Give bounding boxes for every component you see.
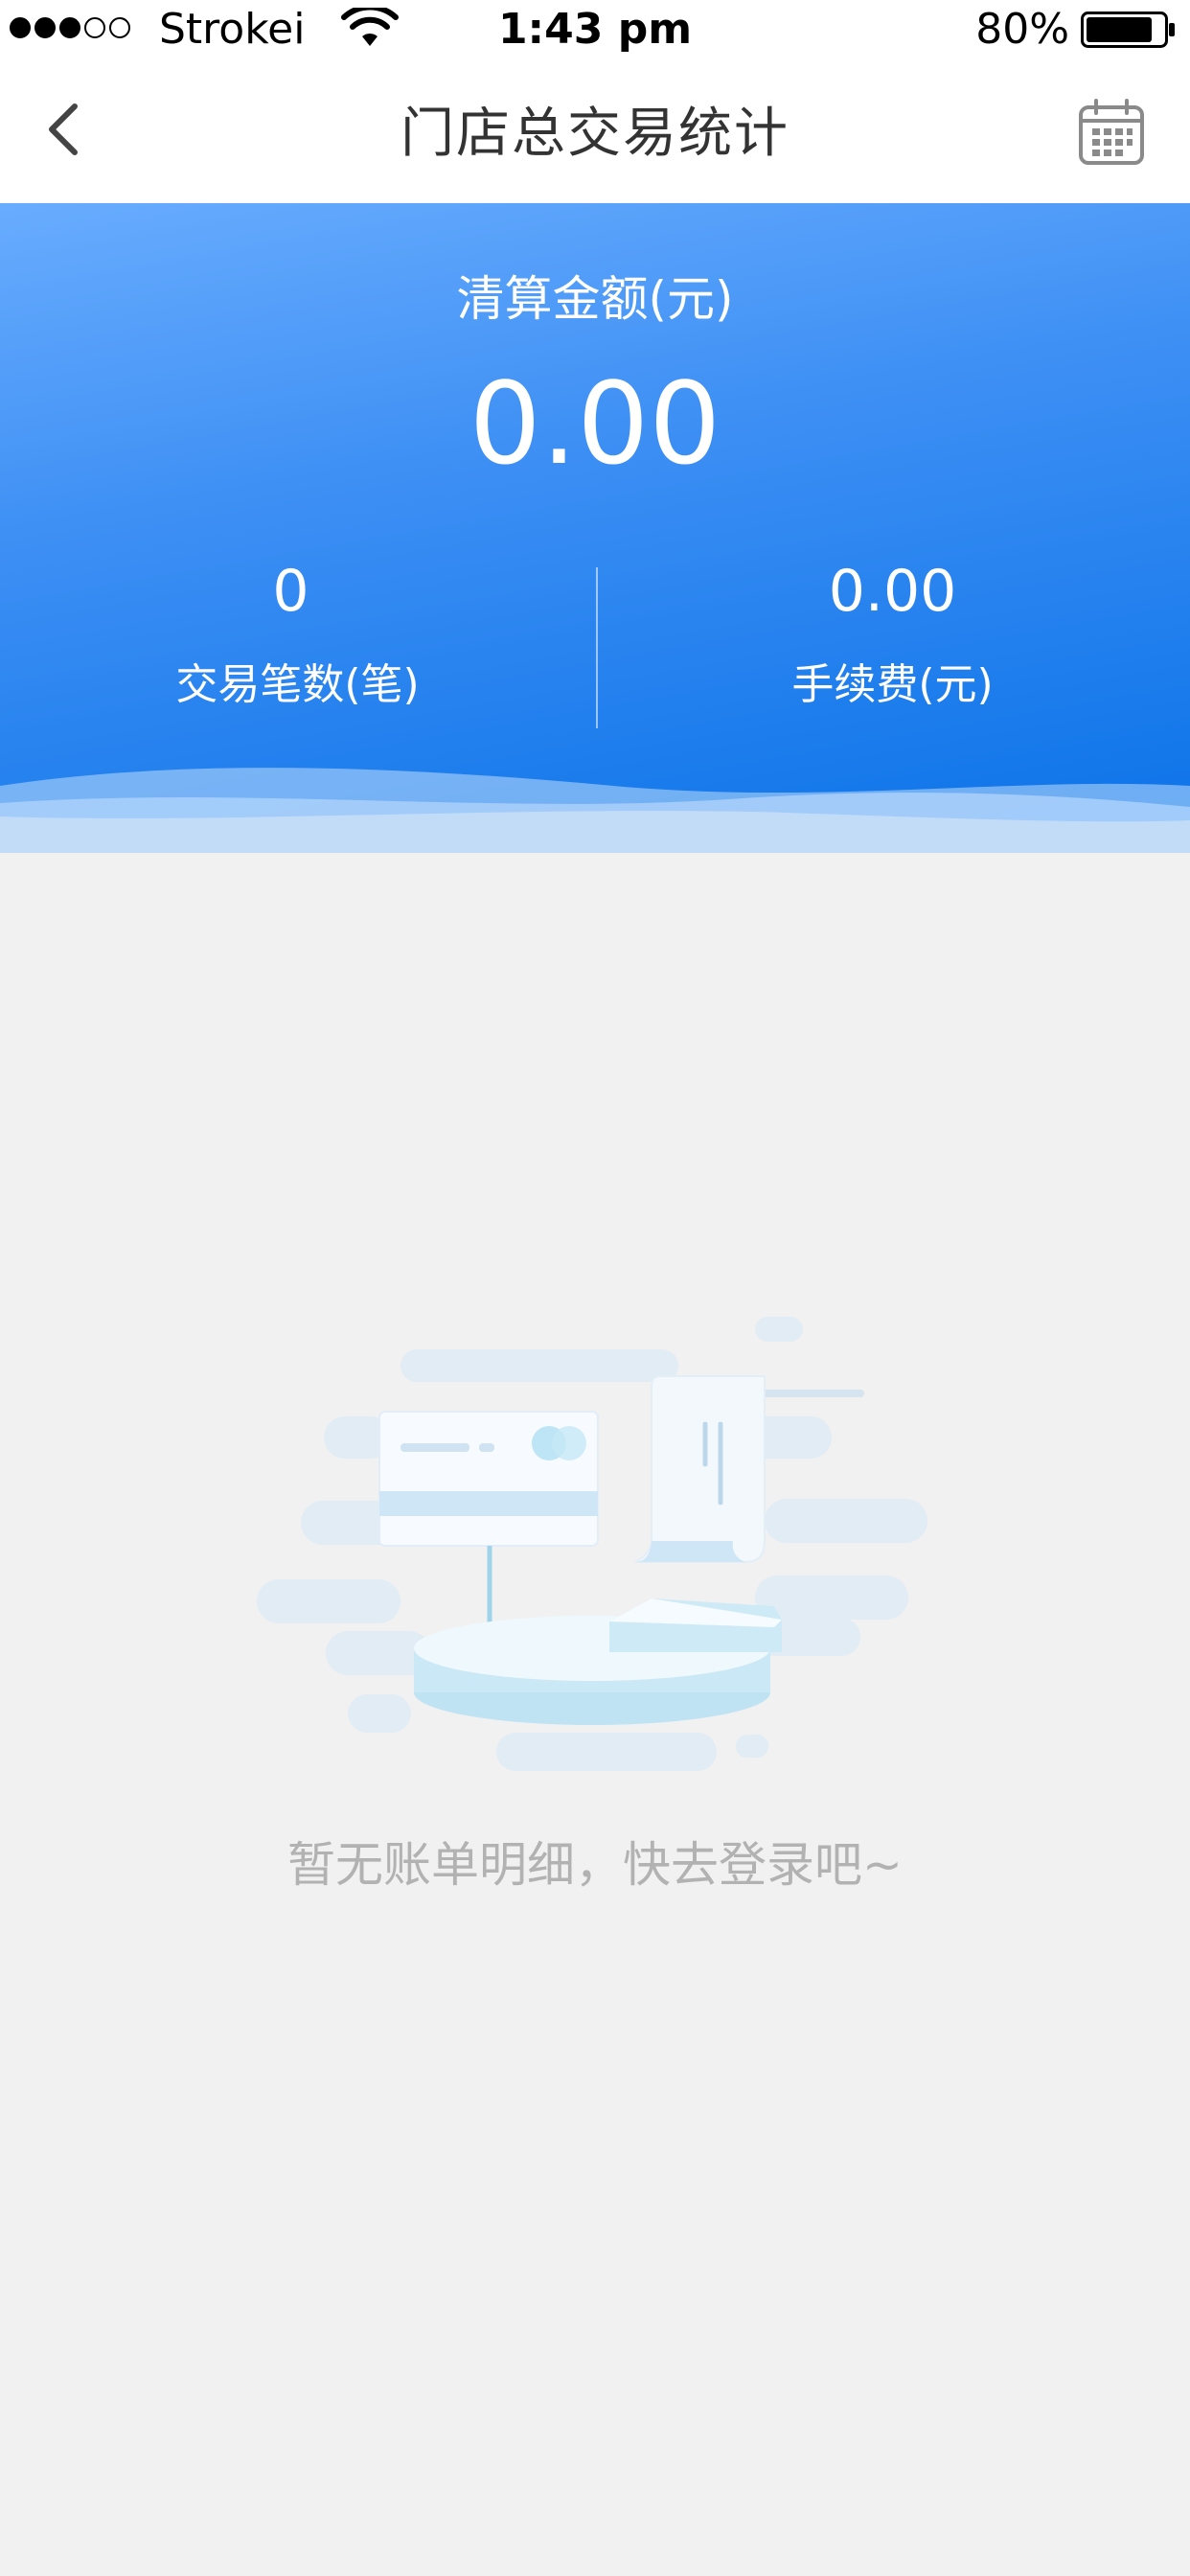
- transaction-count-stat: 0 交易笔数(笔): [0, 558, 595, 711]
- battery-percentage: 80%: [975, 5, 1069, 54]
- navigation-bar: 门店总交易统计: [0, 58, 1190, 204]
- transaction-count-value: 0: [272, 558, 309, 625]
- battery-icon: [1081, 12, 1175, 48]
- transaction-count-label: 交易笔数(笔): [175, 660, 420, 709]
- fee-label: 手续费(元): [791, 660, 994, 709]
- transaction-summary-panel: 清算金额(元) 0.00 0 交易笔数(笔) 0.00 手续费(元): [0, 203, 1190, 853]
- empty-state-message: 暂无账单明细，快去登录吧~: [287, 1837, 903, 1893]
- fee-stat: 0.00 手续费(元): [595, 558, 1190, 711]
- settlement-amount-label: 清算金额(元): [456, 271, 734, 327]
- fee-value: 0.00: [828, 558, 957, 625]
- settlement-amount-value: 0.00: [469, 357, 721, 490]
- page-title: 门店总交易统计: [400, 103, 790, 165]
- card-and-receipt-illustration: [257, 1317, 927, 1771]
- wave-decoration: [0, 768, 1190, 853]
- status-bar: Strokei 1:43 pm 80%: [0, 0, 1190, 58]
- calendar-icon[interactable]: [1077, 98, 1146, 167]
